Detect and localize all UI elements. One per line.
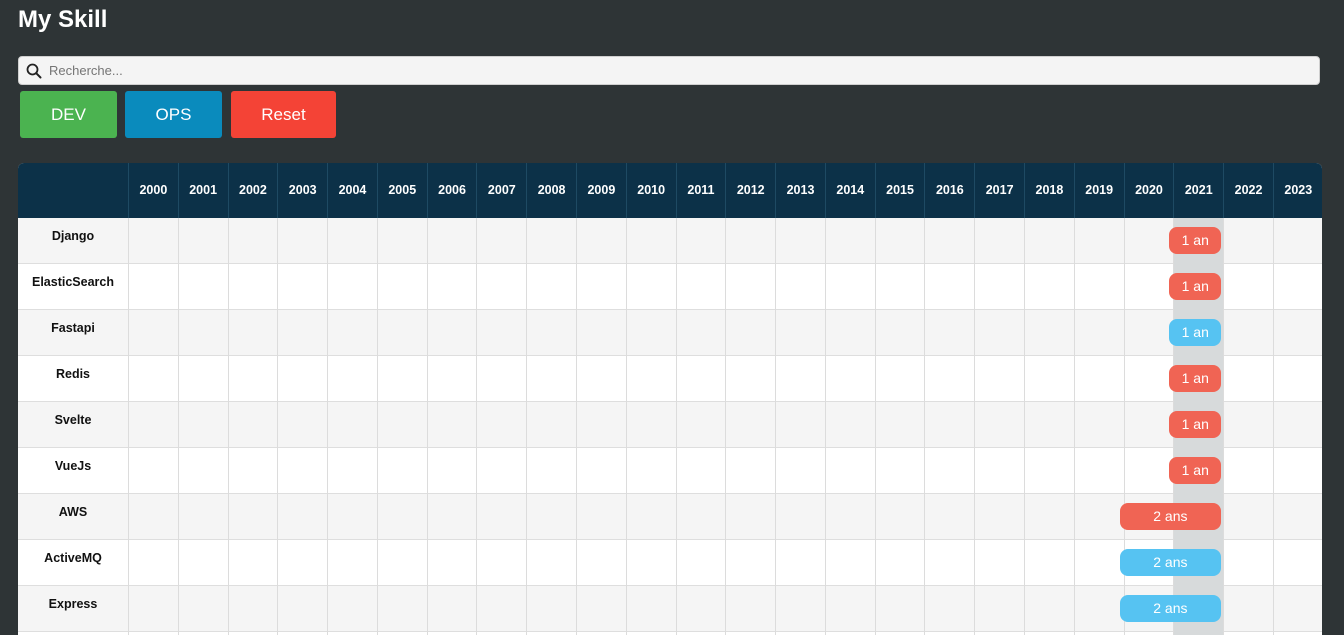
- skill-row: Svelte: [18, 402, 1322, 448]
- grid-line: [526, 218, 528, 635]
- skill-duration-badge[interactable]: 1 an: [1169, 319, 1222, 346]
- skill-name: ElasticSearch: [32, 275, 114, 289]
- skill-duration-badge[interactable]: 1 an: [1169, 365, 1222, 392]
- skill-duration-badge[interactable]: 1 an: [1169, 227, 1222, 254]
- year-header: 2010: [625, 163, 676, 218]
- ops-filter-button[interactable]: OPS: [125, 91, 222, 138]
- year-header: 2014: [824, 163, 875, 218]
- skill-name: Express: [48, 597, 98, 611]
- grid-line: [426, 218, 428, 635]
- grid-line: [824, 218, 826, 635]
- year-header: 2016: [924, 163, 974, 218]
- grid-line: [1024, 218, 1026, 635]
- year-header: 2021: [1173, 163, 1223, 218]
- year-header: 2003: [277, 163, 327, 218]
- grid-line: [576, 218, 578, 635]
- timeline-header: 2000 2001 2002 2003 2004 2005 2006 2007 2008 2009…: [18, 163, 1322, 218]
- page-title: My Skill: [18, 6, 108, 33]
- year-header: 2001: [177, 163, 228, 218]
- grid-line: [625, 218, 627, 635]
- skill-name: ActiveMQ: [44, 551, 102, 565]
- reset-button[interactable]: Reset: [231, 91, 336, 138]
- grid-line: [376, 218, 378, 635]
- skill-name: AWS: [58, 505, 88, 519]
- search-icon: [26, 63, 42, 79]
- grid-line: [775, 218, 777, 635]
- grid-line: [1073, 218, 1075, 635]
- grid-line: [177, 218, 179, 635]
- search-bar[interactable]: [18, 56, 1320, 85]
- skill-timeline-grid: 2000 2001 2002 2003 2004 2005 2006 2007 2008 2009…: [18, 163, 1322, 635]
- grid-line: [1223, 218, 1225, 635]
- skill-row: Fastapi: [18, 310, 1322, 356]
- skill-row: Django: [18, 218, 1322, 264]
- skill-duration-badge[interactable]: 2 ans: [1119, 503, 1222, 530]
- skill-name: Redis: [55, 367, 91, 381]
- year-header: 2002: [227, 163, 278, 218]
- year-header: 2008: [526, 163, 576, 218]
- year-header: 2007: [476, 163, 526, 218]
- year-header: 2019: [1073, 163, 1124, 218]
- year-header: 2013: [775, 163, 825, 218]
- skill-duration-badge[interactable]: 1 an: [1169, 411, 1222, 438]
- grid-line: [874, 218, 876, 635]
- year-header: 2011: [675, 163, 726, 218]
- year-header: 2006: [426, 163, 477, 218]
- skill-name: Svelte: [54, 413, 92, 427]
- year-header: 2023: [1272, 163, 1322, 218]
- year-header: 2005: [376, 163, 427, 218]
- skill-name: Fastapi: [51, 321, 95, 335]
- grid-line: [277, 218, 279, 635]
- grid-line: [327, 218, 329, 635]
- year-header: 2000: [128, 163, 178, 218]
- skill-row: ElasticSearch: [18, 264, 1322, 310]
- year-header: 2004: [327, 163, 377, 218]
- year-header: 2020: [1123, 163, 1174, 218]
- grid-line: [128, 218, 129, 635]
- grid-line: [1272, 218, 1274, 635]
- grid-line: [924, 218, 926, 635]
- skill-duration-badge[interactable]: 2 ans: [1119, 595, 1222, 622]
- year-header: 2022: [1223, 163, 1273, 218]
- grid-line: [974, 218, 976, 635]
- search-input[interactable]: [49, 57, 1309, 84]
- grid-line: [725, 218, 727, 635]
- grid-line: [476, 218, 478, 635]
- skill-duration-badge[interactable]: 2 ans: [1119, 549, 1222, 576]
- year-header: 2017: [974, 163, 1024, 218]
- year-header: 2018: [1024, 163, 1074, 218]
- year-header: 2012: [725, 163, 775, 218]
- skill-name: VueJs: [54, 459, 92, 473]
- skill-duration-badge[interactable]: 1 an: [1169, 273, 1222, 300]
- skill-name: Django: [51, 229, 95, 243]
- grid-line: [227, 218, 229, 635]
- dev-filter-button[interactable]: DEV: [20, 91, 117, 138]
- skill-row: VueJs: [18, 448, 1322, 494]
- skill-row: Redis: [18, 356, 1322, 402]
- grid-line: [675, 218, 677, 635]
- year-header: 2009: [576, 163, 626, 218]
- skill-duration-badge[interactable]: 1 an: [1169, 457, 1222, 484]
- year-header: 2015: [874, 163, 925, 218]
